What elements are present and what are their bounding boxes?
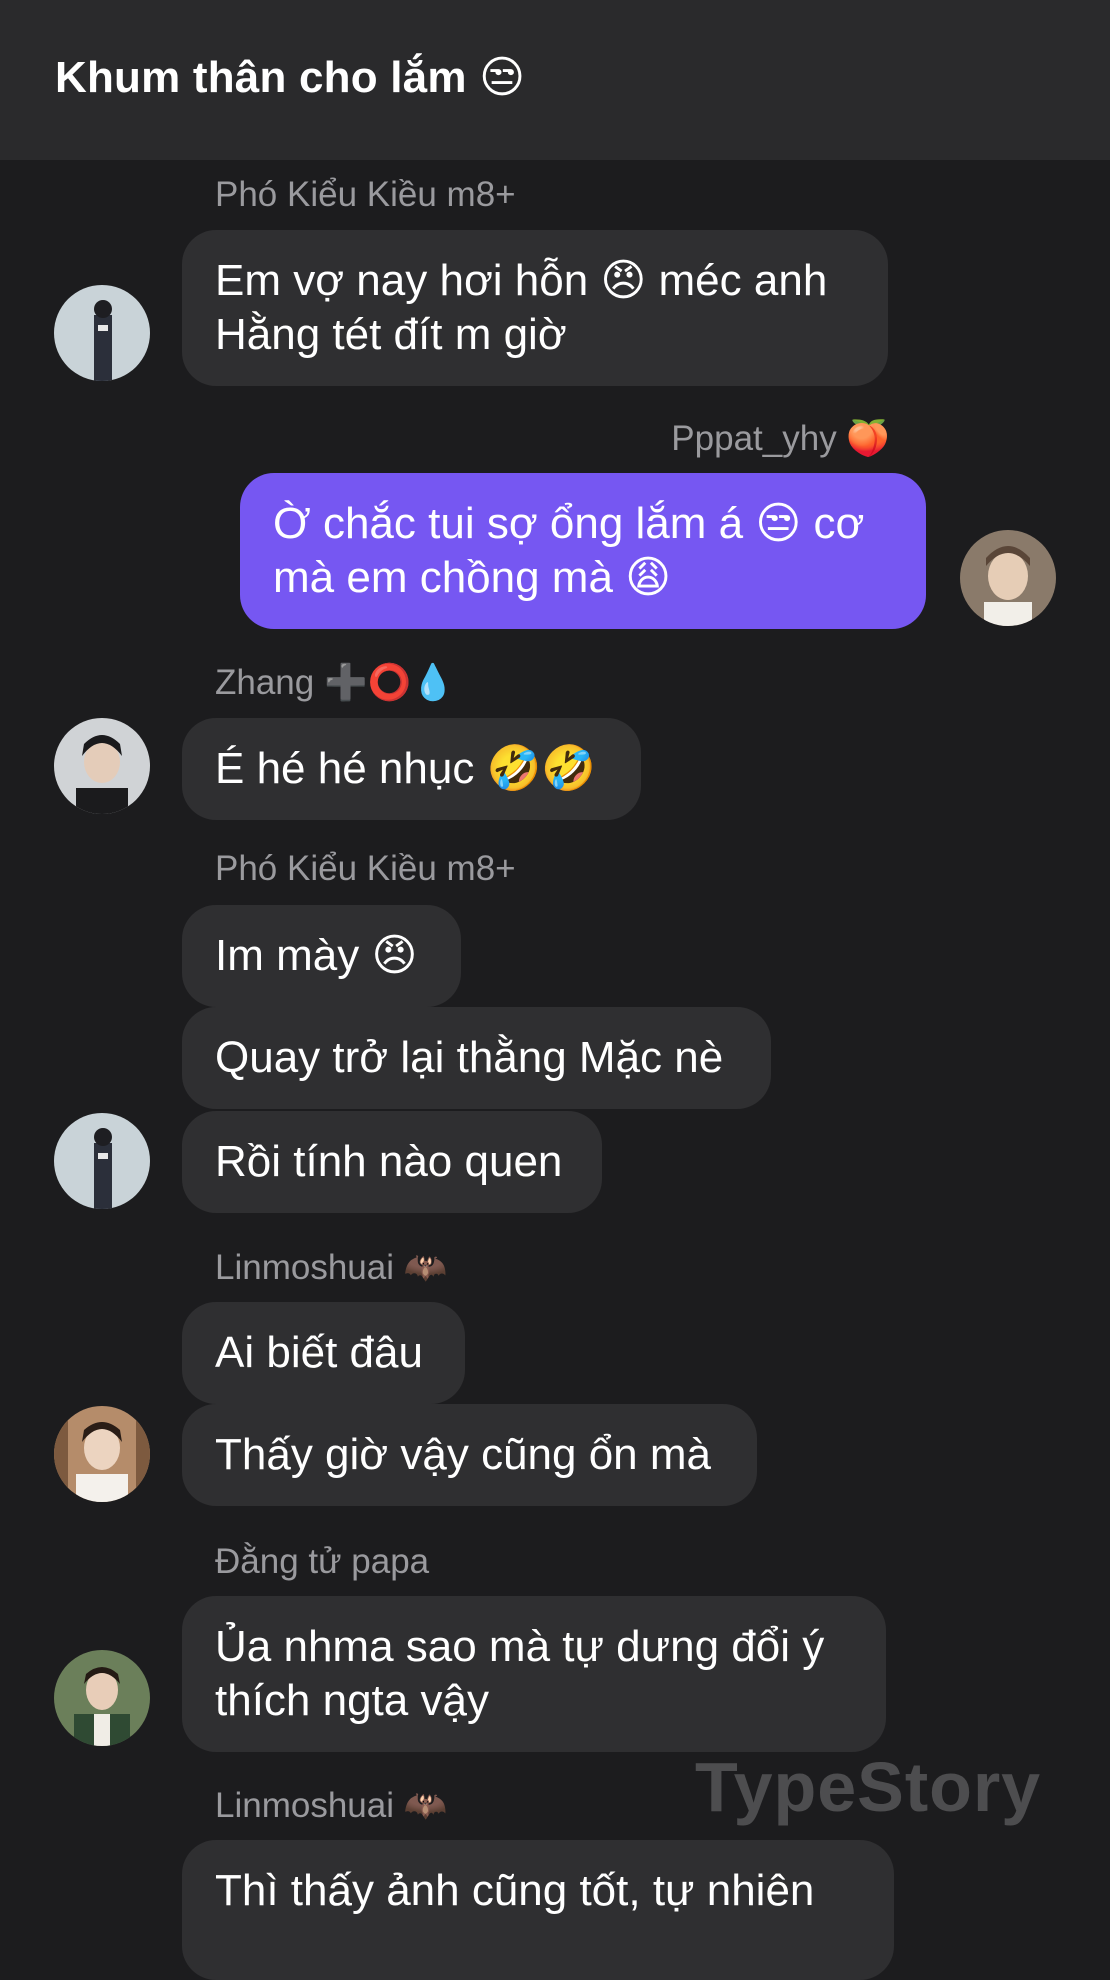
message-bubble[interactable]: Ủa nhma sao mà tự dưng đổi ý thích ngta … <box>182 1596 886 1752</box>
message-bubble[interactable]: Thấy giờ vậy cũng ổn mà <box>182 1404 757 1506</box>
message-bubble[interactable]: Quay trở lại thằng Mặc nè <box>182 1007 771 1109</box>
sender-name: Phó Kiểu Kiều m8+ <box>215 849 516 888</box>
sender-name: Linmoshuai 🦇 <box>215 1786 448 1825</box>
avatar[interactable] <box>54 1113 150 1209</box>
message-bubble[interactable]: É hé hé nhục 🤣🤣 <box>182 718 641 820</box>
message-bubble[interactable]: Em vợ nay hơi hỗn 😠 méc anh Hằng tét đít… <box>182 230 888 386</box>
avatar[interactable] <box>54 1406 150 1502</box>
sender-name: Zhang ➕⭕💧 <box>215 663 455 702</box>
avatar[interactable] <box>54 718 150 814</box>
message-bubble[interactable]: Rồi tính nào quen <box>182 1111 602 1213</box>
avatar[interactable] <box>54 285 150 381</box>
message-bubble[interactable]: Ờ chắc tui sợ ổng lắm á 😒 cơ mà em chồng… <box>240 473 926 629</box>
avatar[interactable] <box>960 530 1056 626</box>
sender-name: Đằng tử papa <box>215 1542 430 1581</box>
sender-name: Pppat_yhy 🍑 <box>671 419 890 458</box>
chat-header: Khum thân cho lắm 😒 <box>0 0 1110 160</box>
sender-name: Linmoshuai 🦇 <box>215 1248 448 1287</box>
message-bubble[interactable]: Thì thấy ảnh cũng tốt, tự nhiên <box>182 1840 894 1980</box>
message-bubble[interactable]: Im mày 😠 <box>182 905 461 1007</box>
message-bubble[interactable]: Ai biết đâu <box>182 1302 465 1404</box>
avatar[interactable] <box>54 1650 150 1746</box>
chat-title: Khum thân cho lắm 😒 <box>55 53 526 102</box>
watermark-logo: TypeStory <box>695 1748 1042 1826</box>
sender-name: Phó Kiểu Kiều m8+ <box>215 175 516 214</box>
